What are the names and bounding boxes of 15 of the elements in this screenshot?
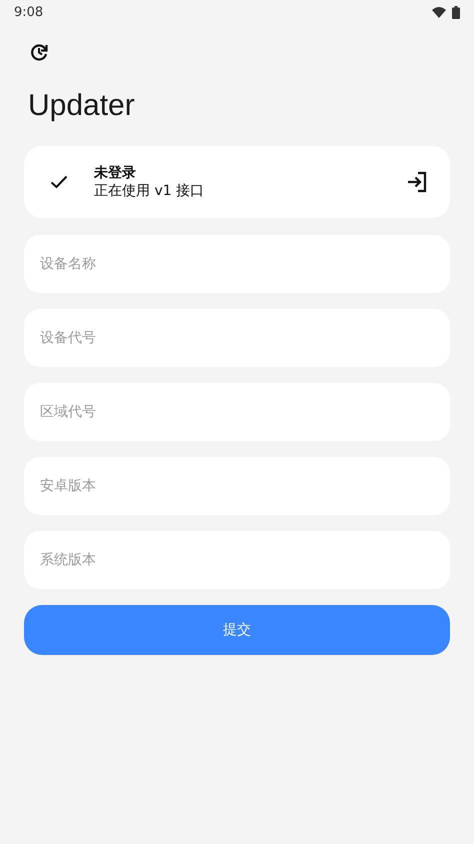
app-title: Updater	[28, 88, 136, 124]
input-field[interactable]: 安卓版本	[24, 457, 450, 515]
battery-icon	[452, 6, 460, 18]
login-icon[interactable]	[406, 171, 428, 193]
login-status: 未登录	[94, 164, 137, 182]
check-icon	[50, 175, 68, 189]
input-field[interactable]: 设备名称	[24, 235, 450, 293]
input-field[interactable]: 设备代号	[24, 309, 450, 367]
api-version: 正在使用 v1 接口	[94, 182, 206, 200]
input-field[interactable]: 系统版本	[24, 531, 450, 589]
wifi-icon	[432, 6, 446, 18]
input-field[interactable]: 区域代号	[24, 383, 450, 441]
account-card[interactable]: 未登录 正在使用 v1 接口	[24, 146, 450, 218]
status-time: 9:08	[14, 4, 44, 20]
history-icon[interactable]	[29, 42, 49, 62]
